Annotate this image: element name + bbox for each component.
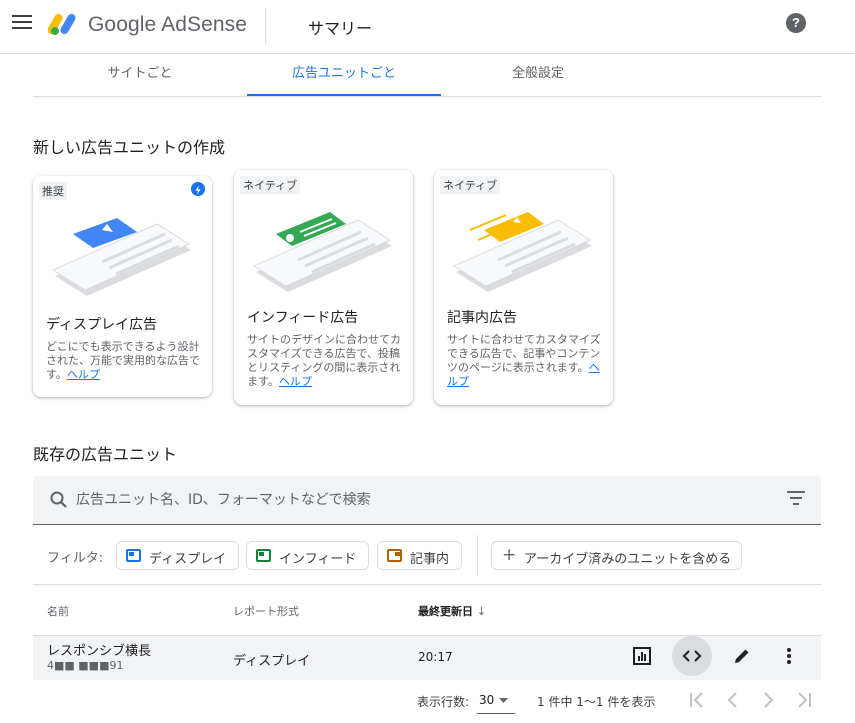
help-icon[interactable]: ?: [786, 13, 806, 33]
column-header-report-type[interactable]: レポート形式: [233, 603, 299, 619]
filter-label: フィルタ:: [47, 551, 104, 566]
more-vert-icon: [787, 648, 791, 664]
dropdown-arrow-icon: [499, 698, 508, 703]
create-section-title: 新しい広告ユニットの作成: [33, 138, 226, 157]
rows-per-page-label: 表示行数:: [417, 695, 470, 709]
edit-button[interactable]: [722, 636, 762, 676]
tab-general-settings[interactable]: 全般設定: [441, 54, 635, 96]
card-description: サイトに合わせてカスタマイズできる広告で、記事やコンテンツのページに表示されます…: [447, 333, 601, 388]
ad-unit-name[interactable]: レスポンシブ横長: [47, 640, 151, 659]
report-button[interactable]: [622, 636, 662, 676]
include-archived-chip[interactable]: + アーカイブ済みのユニットを含める: [491, 541, 742, 570]
filter-chip-in-feed[interactable]: インフィード: [246, 541, 369, 570]
in-article-format-icon: [387, 549, 402, 562]
page-title: サマリー: [308, 19, 373, 38]
filter-divider: [477, 535, 478, 576]
menu-icon[interactable]: [12, 15, 32, 31]
in-article-ad-card[interactable]: ネイティブ 記事内広告 サイトに合わせてカスタマイズできる広告で、記事やコンテン…: [434, 170, 613, 405]
filter-list-icon[interactable]: [787, 491, 805, 505]
card-description: どこにでも表示できるよう設計された、万能で実用的な広告です。ヘルプ: [46, 340, 200, 381]
card-title: 記事内広告: [447, 310, 517, 326]
existing-section-title: 既存の広告ユニット: [33, 445, 178, 464]
header-divider: [265, 8, 266, 44]
bolt-icon: [191, 182, 205, 196]
ad-unit-updated: 20:17: [418, 650, 453, 664]
filter-chip-in-article[interactable]: 記事内: [377, 541, 462, 570]
last-page-icon[interactable]: [790, 687, 816, 713]
first-page-icon[interactable]: [685, 687, 711, 713]
help-link[interactable]: ヘルプ: [279, 375, 312, 388]
bar-chart-icon: [633, 647, 651, 665]
in-feed-format-icon: [256, 549, 271, 562]
ad-unit-type: ディスプレイ: [233, 654, 311, 669]
card-badge: 推奨: [39, 182, 67, 200]
get-code-button[interactable]: [672, 636, 712, 676]
display-format-icon: [126, 549, 141, 562]
more-options-button[interactable]: [769, 636, 809, 676]
in-article-ad-illustration: [452, 212, 592, 292]
column-header-last-updated[interactable]: 最終更新日 ↓: [418, 603, 486, 619]
search-input[interactable]: [76, 488, 766, 512]
search-icon: [50, 491, 67, 508]
help-link[interactable]: ヘルプ: [67, 368, 100, 381]
ad-unit-id: 4■■ ■■■91: [47, 659, 124, 672]
next-page-icon[interactable]: [755, 687, 781, 713]
display-ad-illustration: [51, 218, 191, 296]
display-ad-card[interactable]: 推奨 ディスプレイ広告 どこにでも表示できるよう設計された、万能で実用的な広告で…: [33, 176, 212, 397]
card-badge: ネイティブ: [440, 176, 501, 194]
adsense-logo-icon: [48, 13, 76, 35]
filter-chip-display[interactable]: ディスプレイ: [116, 541, 239, 570]
code-icon: [682, 650, 702, 662]
add-icon: +: [502, 545, 517, 565]
edit-pencil-icon: [735, 649, 749, 663]
tab-by-ad-unit[interactable]: 広告ユニットごと: [247, 54, 441, 96]
search-bar: [33, 476, 821, 525]
card-title: インフィード広告: [247, 310, 359, 326]
card-description: サイトのデザインに合わせてカスタマイズできる広告で、投稿とリスティングの間に表示…: [247, 333, 401, 388]
in-feed-ad-illustration: [252, 212, 392, 292]
card-title: ディスプレイ広告: [46, 317, 158, 333]
tab-by-site[interactable]: サイトごと: [33, 54, 247, 96]
tab-bar: サイトごと 広告ユニットごと 全般設定: [33, 54, 821, 97]
pagination-range: 1 件中 1～1 件を表示: [537, 695, 656, 709]
brand-name: Google AdSense: [88, 13, 248, 36]
card-badge: ネイティブ: [240, 176, 301, 194]
app-header: Google AdSense サマリー ?: [0, 0, 855, 54]
table-divider: [33, 584, 821, 585]
in-feed-ad-card[interactable]: ネイティブ インフィード広告 サイトのデザインに合わせてカスタマイズできる広告で…: [234, 170, 413, 405]
sort-arrow-icon: ↓: [476, 605, 487, 618]
previous-page-icon[interactable]: [720, 687, 746, 713]
rows-per-page-select[interactable]: 30: [477, 688, 515, 714]
column-header-name[interactable]: 名前: [47, 603, 69, 619]
